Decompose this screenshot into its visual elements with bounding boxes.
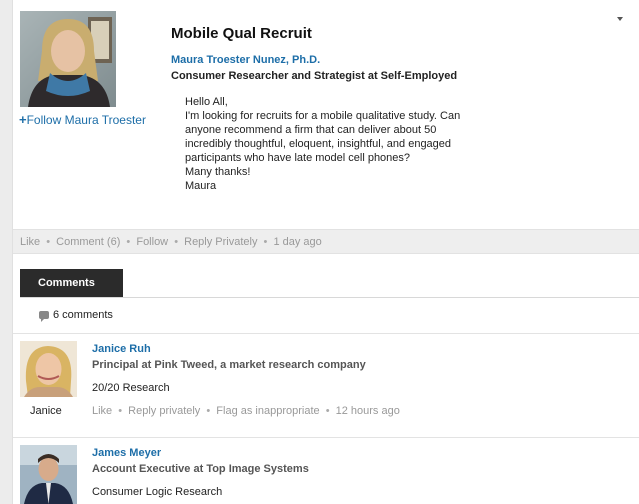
comment-actions: Like • Reply privately • Flag as inappro… <box>92 405 400 417</box>
post-body-line: anyone recommend a firm that can deliver… <box>185 124 437 136</box>
comment-link[interactable]: Comment (6) <box>56 236 120 248</box>
commenter-avatar-image <box>20 341 77 397</box>
tab-underline <box>20 297 639 298</box>
commenter-headline: Account Executive at Top Image Systems <box>92 463 309 475</box>
commenter-avatar-image <box>20 445 77 504</box>
tab-comments[interactable]: Comments <box>20 269 123 297</box>
plus-icon: + <box>19 112 27 127</box>
comment-count-label: 6 comments <box>53 309 113 321</box>
separator-dot: • <box>263 236 268 248</box>
post-body-line: Hello All, <box>185 96 228 108</box>
post-timestamp: 1 day ago <box>273 236 322 248</box>
author-avatar-image <box>20 11 116 107</box>
commenter-photo[interactable] <box>20 341 77 397</box>
separator-dot: • <box>174 236 179 248</box>
post-actions: Like • Comment (6) • Follow • Reply Priv… <box>20 236 322 248</box>
commenter-name-link[interactable]: James Meyer <box>92 447 161 459</box>
post-body-line: I'm looking for recruits for a mobile qu… <box>185 110 461 122</box>
reply-privately-link[interactable]: Reply Privately <box>184 236 257 248</box>
follow-link[interactable]: Follow <box>136 236 168 248</box>
commenter-name-link[interactable]: Janice Ruh <box>92 343 151 355</box>
follow-author-link[interactable]: +Follow Maura Troester <box>19 112 146 127</box>
separator-dot: • <box>325 405 330 417</box>
commenter-company: Consumer Logic Research <box>92 486 223 498</box>
follow-author-label: Follow Maura Troester <box>26 113 146 127</box>
comment-like-link[interactable]: Like <box>92 405 112 417</box>
author-headline: Consumer Researcher and Strategist at Se… <box>171 70 458 82</box>
separator-dot: • <box>126 236 131 248</box>
author-photo[interactable] <box>20 11 116 107</box>
separator-dot: • <box>206 405 211 417</box>
post-action-bar: Like • Comment (6) • Follow • Reply Priv… <box>13 229 639 254</box>
left-rail <box>0 0 13 504</box>
post-options-chevron-down-icon[interactable] <box>617 17 623 21</box>
commenter-company: 20/20 Research <box>92 382 170 394</box>
separator-dot: • <box>118 405 123 417</box>
comment-item: James Meyer Account Executive at Top Ima… <box>13 437 639 504</box>
commenter-photo[interactable] <box>20 445 77 504</box>
post-body: Hello All, I'm looking for recruits for … <box>185 95 525 193</box>
separator-dot: • <box>46 236 51 248</box>
comment-reply-privately-link[interactable]: Reply privately <box>128 405 200 417</box>
post-body-line: Maura <box>185 180 217 192</box>
tab-comments-label: Comments <box>38 277 95 289</box>
comment-item: Janice Janice Ruh Principal at Pink Twee… <box>13 333 639 437</box>
post-body-line: participants who have late model cell ph… <box>185 152 411 164</box>
flag-inappropriate-link[interactable]: Flag as inappropriate <box>216 405 319 417</box>
post-body-line: incredibly thoughtful, eloquent, insight… <box>185 138 452 150</box>
post-body-line: Many thanks! <box>185 166 251 178</box>
commenter-caption: Janice <box>30 405 62 417</box>
comment-count: 6 comments <box>39 309 113 322</box>
comment-timestamp: 12 hours ago <box>335 405 400 417</box>
post-title: Mobile Qual Recruit <box>171 25 312 42</box>
comment-bubble-icon <box>39 311 49 322</box>
discussion-post: +Follow Maura Troester Mobile Qual Recru… <box>13 0 639 229</box>
author-name-link[interactable]: Maura Troester Nunez, Ph.D. <box>171 54 320 66</box>
commenter-headline: Principal at Pink Tweed, a market resear… <box>92 359 366 371</box>
like-link[interactable]: Like <box>20 236 40 248</box>
